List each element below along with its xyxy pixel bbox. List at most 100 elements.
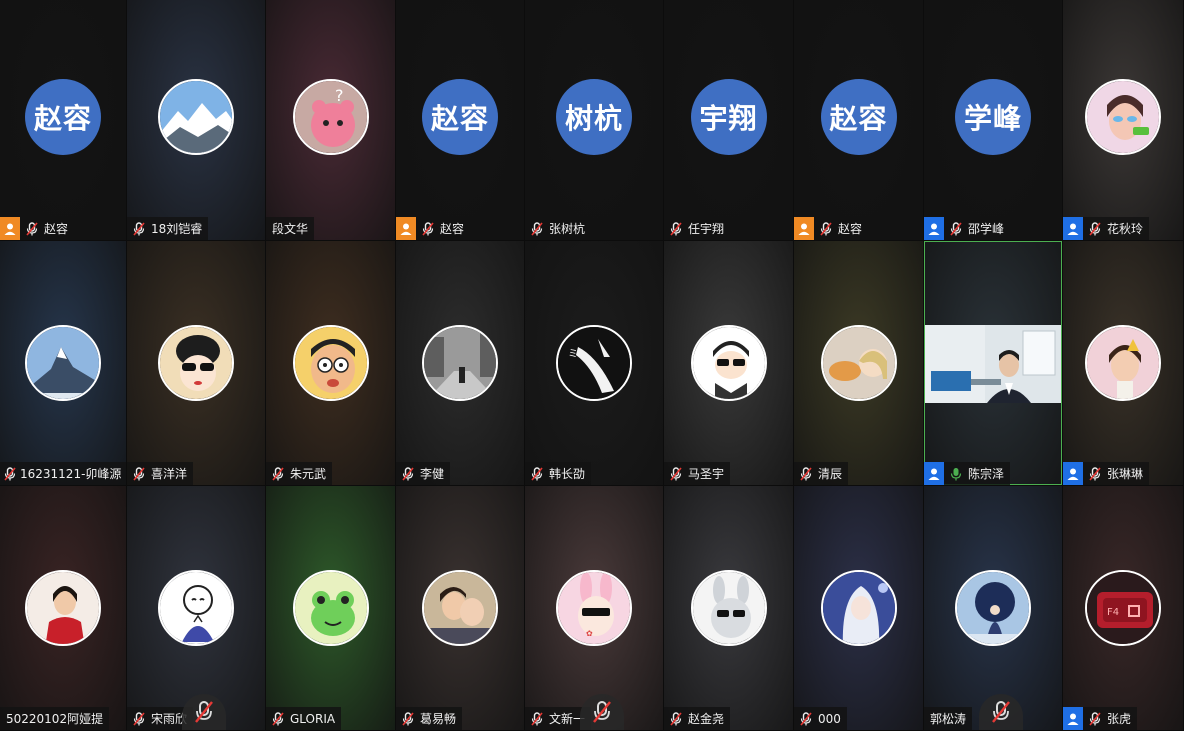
participant-name-label: 赵容 (0, 217, 75, 240)
rabbit-sunglasses-avatar-icon (690, 570, 767, 646)
participant-tile[interactable]: 喜洋洋 (127, 241, 265, 485)
mic-muted-icon (24, 217, 40, 240)
participant-tile[interactable]: 葛易畅 (396, 486, 524, 730)
mic-muted-icon (270, 462, 286, 485)
mic-muted-icon (668, 462, 684, 485)
mic-muted-icon (798, 462, 814, 485)
mic-muted-icon (270, 707, 286, 730)
green-frog-avatar-icon (292, 570, 369, 646)
participant-name: 陈宗泽 (968, 467, 1005, 481)
mic-muted-icon (529, 462, 545, 485)
participant-tile[interactable]: 郭松涛 (924, 486, 1062, 730)
participant-name: 喜洋洋 (151, 467, 188, 481)
mic-muted-icon (420, 217, 436, 240)
mute-toggle-button[interactable] (182, 694, 226, 730)
participant-name-label: 段文华 (266, 217, 315, 240)
participant-tile[interactable]: 赵容 赵容 (0, 0, 126, 240)
participant-tile[interactable]: ミ韩长劭 (525, 241, 663, 485)
participant-name: 清辰 (818, 467, 843, 481)
mic-muted-icon (1087, 217, 1103, 240)
participant-tile[interactable]: 赵容 赵容 (396, 0, 524, 240)
participant-tile[interactable]: 宇翔 任宇翔 (664, 0, 793, 240)
mute-toggle-button[interactable] (979, 694, 1023, 730)
participant-tile[interactable]: 000 (794, 486, 923, 730)
cartoon-boy-avatar-icon (690, 325, 767, 401)
participant-name: 张琳琳 (1107, 467, 1144, 481)
participant-tile[interactable]: 清辰 (794, 241, 923, 485)
participant-name-label: 张树杭 (525, 217, 592, 240)
participant-tile[interactable]: 赵容 赵容 (794, 0, 923, 240)
participant-name: 赵金尧 (688, 712, 725, 726)
participant-tile[interactable]: 马圣宇 (664, 241, 793, 485)
mic-muted-icon (1087, 707, 1103, 730)
participant-name-label: 陈宗泽 (924, 462, 1011, 485)
mic-muted-icon (529, 707, 545, 730)
participant-name-label: 葛易畅 (396, 707, 463, 730)
participant-name: 赵容 (44, 222, 69, 236)
avatar-initials: 学峰 (955, 79, 1031, 155)
participant-name: 朱元武 (290, 467, 327, 481)
avatar-initials: 赵容 (422, 79, 498, 155)
mic-muted-icon (668, 217, 684, 240)
mic-muted-icon (529, 217, 545, 240)
participant-tile[interactable]: 宋雨欣 (127, 486, 265, 730)
girl-portrait-avatar-icon (1085, 325, 1161, 401)
participant-tile[interactable]: 16231121-卯峰源 (0, 241, 126, 485)
avatar-initials: 宇翔 (690, 79, 767, 155)
participant-name-label: 000 (794, 707, 847, 730)
participant-tile[interactable]: ? 段文华 (266, 0, 395, 240)
user-badge-icon (1063, 707, 1083, 730)
participant-name: 张树杭 (549, 222, 586, 236)
participant-name-label: 邵学峰 (924, 217, 1011, 240)
participant-name: 赵容 (440, 222, 465, 236)
participant-tile[interactable]: 李健 (396, 241, 524, 485)
host-badge-icon (0, 217, 20, 240)
participant-tile[interactable]: 18刘铠睿 (127, 0, 265, 240)
participant-name: 葛易畅 (420, 712, 457, 726)
participant-tile[interactable]: 50220102阿娅提 (0, 486, 126, 730)
participant-name: 花秋玲 (1107, 222, 1144, 236)
couple-photo-avatar-icon (422, 570, 498, 646)
mic-muted-icon (131, 217, 147, 240)
participant-name: 段文华 (272, 222, 309, 236)
participant-name-label: 马圣宇 (664, 462, 731, 485)
participant-name-label: 16231121-卯峰源 (0, 462, 126, 485)
snowy-mountain-avatar-icon (158, 79, 234, 155)
red-dress-avatar-icon (25, 570, 101, 646)
participant-tile[interactable]: 陈宗泽 (924, 241, 1062, 485)
participant-tile[interactable]: GLORIA (266, 486, 395, 730)
participant-tile[interactable]: 花秋玲 (1063, 0, 1183, 240)
svg-text:ミ: ミ (568, 349, 578, 360)
participant-tile[interactable]: 赵金尧 (664, 486, 793, 730)
participant-tile[interactable]: 朱元武 (266, 241, 395, 485)
mic-muted-icon (668, 707, 684, 730)
svg-text:F4: F4 (1107, 607, 1119, 618)
participant-name-label: 18刘铠睿 (127, 217, 209, 240)
participant-name: 赵容 (838, 222, 863, 236)
participant-tile[interactable]: 树杭张树杭 (525, 0, 663, 240)
participant-tile[interactable]: F4 张虎 (1063, 486, 1183, 730)
mic-muted-icon (818, 217, 834, 240)
participant-tile[interactable]: ✿ 文新一 (525, 486, 663, 730)
participant-name: 郭松涛 (930, 712, 967, 726)
avatar-initials: 树杭 (556, 79, 632, 155)
participant-name: 000 (818, 711, 841, 726)
avatar-initials: 赵容 (25, 79, 101, 155)
participant-name-label: 郭松涛 (924, 707, 973, 730)
mic-muted-icon (798, 707, 814, 730)
street-photo-avatar-icon (422, 325, 498, 401)
participant-name-label: 朱元武 (266, 462, 333, 485)
participant-name-label: 赵容 (794, 217, 869, 240)
pink-bear-avatar-icon: ? (292, 79, 369, 155)
mic-muted-icon (1087, 462, 1103, 485)
participant-name: 李健 (420, 467, 445, 481)
participant-name: 50220102阿娅提 (6, 712, 104, 726)
svg-text:✿: ✿ (586, 629, 593, 638)
participant-name-label: GLORIA (266, 707, 342, 730)
host-badge-icon (794, 217, 814, 240)
participant-name: 邵学峰 (968, 222, 1005, 236)
mute-toggle-button[interactable] (580, 694, 624, 730)
participant-tile[interactable]: 学峰邵学峰 (924, 0, 1062, 240)
participant-tile[interactable]: 张琳琳 (1063, 241, 1183, 485)
participant-name: 任宇翔 (688, 222, 725, 236)
